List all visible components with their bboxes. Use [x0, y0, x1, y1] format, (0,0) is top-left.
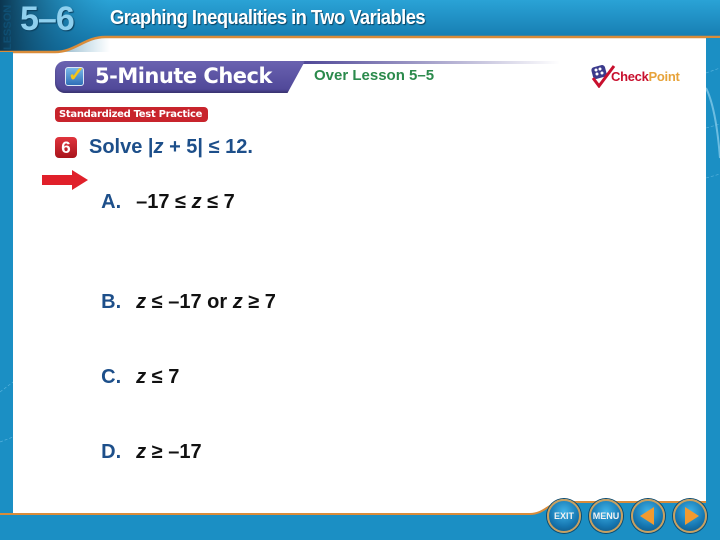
answer-text: z ≤ 7: [136, 366, 180, 388]
question-number-badge: 6: [55, 137, 77, 158]
exit-button[interactable]: EXIT: [547, 499, 581, 533]
over-lesson-label: Over Lesson 5–5: [314, 67, 435, 84]
triangle-right-icon: [685, 507, 699, 525]
top-banner: LESSON 5–6 Graphing Inequalities in Two …: [0, 0, 720, 56]
answer-text: z ≤ –17 or z ≥ 7: [136, 291, 276, 313]
lesson-title: Graphing Inequalities in Two Variables: [110, 7, 426, 29]
left-decorative-strip: [0, 52, 13, 516]
answer-text: –17 ≤ z ≤ 7: [136, 191, 235, 213]
answer-choice-a[interactable]: A. –17 ≤ z ≤ 7: [90, 168, 235, 214]
section-title: 5-Minute Check: [95, 64, 272, 88]
checkbox-icon: ✓: [65, 64, 85, 86]
right-decorative-strip: [706, 38, 720, 516]
lesson-number: 5–6: [20, 0, 75, 38]
answer-choice-d[interactable]: D. z ≥ –17: [90, 418, 202, 464]
triangle-left-icon: [639, 507, 654, 525]
previous-button[interactable]: [631, 499, 665, 533]
menu-button[interactable]: MENU: [589, 499, 623, 533]
question-text: Solve |z + 5| ≤ 12.: [89, 136, 253, 158]
answer-letter: D.: [101, 441, 122, 463]
answer-letter: C.: [101, 366, 122, 388]
answer-choice-c[interactable]: C. z ≤ 7: [90, 343, 179, 389]
checkpoint-logo: CheckPoint: [586, 62, 696, 88]
answer-letter: A.: [101, 191, 122, 213]
answer-choice-b[interactable]: B. z ≤ –17 or z ≥ 7: [90, 268, 276, 314]
next-button[interactable]: [673, 499, 707, 533]
section-header-rule: [300, 61, 560, 64]
grid-pattern: [0, 381, 13, 443]
grid-pattern: [706, 67, 720, 179]
checkpoint-wordmark: CheckPoint: [611, 69, 680, 84]
standardized-test-practice-badge: Standardized Test Practice: [55, 107, 208, 122]
lesson-label: LESSON: [2, 4, 14, 50]
correct-answer-arrow-icon: [42, 170, 88, 190]
answer-text: z ≥ –17: [136, 441, 202, 463]
answer-letter: B.: [101, 291, 122, 313]
section-header: ✓ 5-Minute Check: [55, 61, 305, 93]
